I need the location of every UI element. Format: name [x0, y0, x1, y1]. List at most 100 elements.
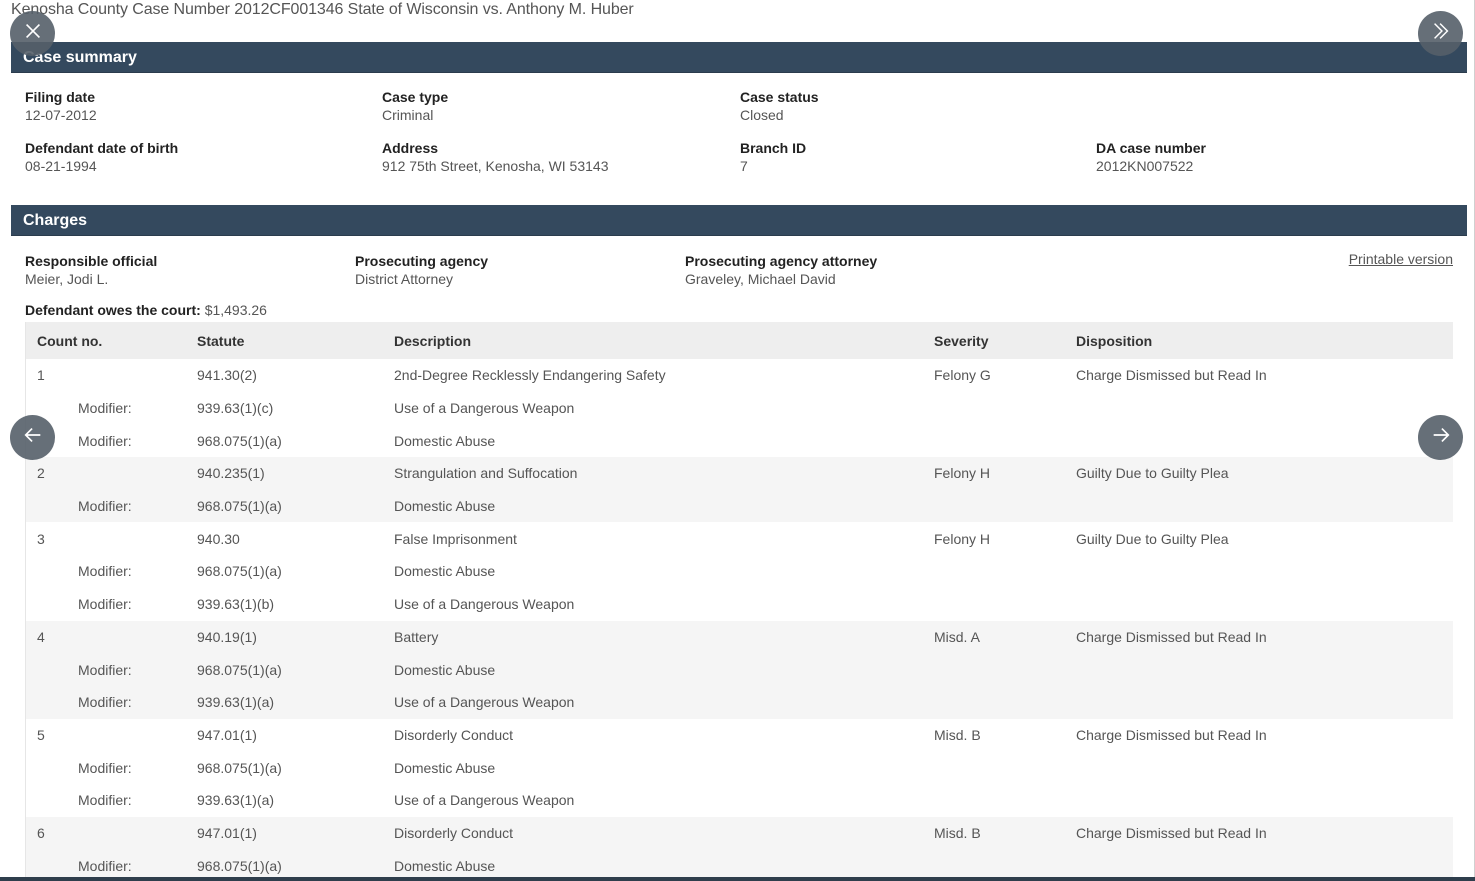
modifier-label-cell: Modifier: — [26, 555, 186, 588]
modifier-label-cell: Modifier: — [26, 751, 186, 784]
disposition-cell — [1065, 783, 1453, 817]
severity-cell: Felony H — [923, 522, 1065, 556]
disposition-cell: Guilty Due to Guilty Plea — [1065, 522, 1453, 556]
disposition-cell — [1065, 685, 1453, 719]
severity-cell: Misd. B — [923, 816, 1065, 850]
count-no-cell: 4 — [26, 620, 186, 654]
severity-cell — [923, 751, 1065, 784]
description-cell: Disorderly Conduct — [383, 718, 923, 752]
expand-button[interactable] — [1418, 11, 1463, 56]
da-case-number-field: DA case number 2012KN007522 — [1096, 139, 1206, 175]
severity-cell: Felony H — [923, 457, 1065, 490]
defendant-dob-value: 08-21-1994 — [25, 158, 97, 174]
charge-row: 1 941.30(2) 2nd-Degree Recklessly Endanger… — [26, 359, 1453, 392]
da-case-number-value: 2012KN007522 — [1096, 158, 1194, 174]
charge-row: 5 947.01(1) Disorderly Conduct Misd. B Charg… — [26, 718, 1453, 752]
previous-button[interactable] — [10, 415, 55, 460]
disposition-cell: Charge Dismissed but Read In — [1065, 359, 1453, 392]
column-description: Description — [394, 332, 472, 349]
charges-table-container: Count no. Statute Description Severity D… — [25, 322, 1453, 881]
severity-cell — [923, 555, 1065, 588]
description-cell: Domestic Abuse — [383, 555, 923, 588]
case-type-value: Criminal — [382, 107, 434, 123]
charge-row: 2 940.235(1) Strangulation and Suffocation… — [26, 457, 1453, 490]
description-cell: Domestic Abuse — [383, 489, 923, 523]
description-cell: 2nd-Degree Recklessly Endangering Safety — [383, 359, 923, 392]
column-disposition: Disposition — [1076, 332, 1153, 349]
modifier-row: Modifier: 939.63(1)(c) Use of a Dangerous … — [26, 391, 1453, 425]
da-case-number-label: DA case number — [1096, 140, 1206, 156]
prosecuting-attorney-value: Graveley, Michael David — [685, 271, 836, 287]
disposition-cell — [1065, 555, 1453, 588]
modifier-row: Modifier: 939.63(1)(a) Use of a Dangerous … — [26, 783, 1453, 817]
modifier-label-cell: Modifier: — [26, 587, 186, 621]
statute-cell: 940.19(1) — [186, 620, 383, 654]
severity-cell — [923, 424, 1065, 458]
close-button[interactable] — [10, 11, 55, 56]
description-cell: False Imprisonment — [383, 522, 923, 556]
case-type-field: Case type Criminal — [382, 88, 448, 124]
disposition-cell: Charge Dismissed but Read In — [1065, 718, 1453, 752]
arrow-left-icon — [22, 424, 44, 451]
page-title: Kenosha County Case Number 2012CF001346 … — [11, 1, 634, 18]
charge-row: 6 947.01(1) Disorderly Conduct Misd. B Charg… — [26, 816, 1453, 850]
severity-cell — [923, 391, 1065, 425]
disposition-cell — [1065, 489, 1453, 523]
filing-date-value: 12-07-2012 — [25, 107, 97, 123]
owes-label: Defendant owes the court: — [25, 302, 201, 318]
modifier-row: Modifier: 968.075(1)(a) Domestic Abuse — [26, 653, 1453, 686]
count-no-cell: 3 — [26, 522, 186, 556]
address-field: Address 912 75th Street, Kenosha, WI 531… — [382, 139, 609, 175]
column-severity: Severity — [934, 332, 989, 349]
double-chevron-right-icon — [1430, 20, 1452, 47]
charges-table-header: Count no. Statute Description Severity D… — [26, 322, 1453, 359]
modifier-row: Modifier: 968.075(1)(a) Domestic Abuse — [26, 751, 1453, 784]
disposition-cell — [1065, 751, 1453, 784]
description-cell: Domestic Abuse — [383, 653, 923, 686]
description-cell: Use of a Dangerous Weapon — [383, 685, 923, 719]
defendant-dob-label: Defendant date of birth — [25, 140, 179, 156]
description-cell: Use of a Dangerous Weapon — [383, 587, 923, 621]
arrow-right-icon — [1430, 424, 1452, 451]
close-icon — [22, 20, 44, 47]
next-button[interactable] — [1418, 415, 1463, 460]
statute-cell: 968.075(1)(a) — [186, 751, 383, 784]
filing-date-label: Filing date — [25, 89, 95, 105]
prosecuting-attorney-label: Prosecuting agency attorney — [685, 253, 878, 269]
prosecuting-attorney-field: Prosecuting agency attorney Graveley, Mi… — [685, 252, 877, 288]
modifier-row: Modifier: 939.63(1)(a) Use of a Dangerous … — [26, 685, 1453, 719]
modifier-row: Modifier: 968.075(1)(a) Domestic Abuse — [26, 489, 1453, 523]
responsible-official-field: Responsible official Meier, Jodi L. — [25, 252, 157, 288]
statute-cell: 947.01(1) — [186, 816, 383, 850]
column-count-no: Count no. — [37, 332, 103, 349]
severity-cell — [923, 685, 1065, 719]
address-label: Address — [382, 140, 439, 156]
charges-table: Count no. Statute Description Severity D… — [26, 322, 1453, 881]
bottom-strip — [0, 877, 1475, 881]
description-cell: Battery — [383, 620, 923, 654]
printable-version-link[interactable]: Printable version — [1349, 251, 1453, 267]
modifier-label-cell: Modifier: — [26, 489, 186, 523]
responsible-official-value: Meier, Jodi L. — [25, 271, 109, 287]
charges-table-body: 1 941.30(2) 2nd-Degree Recklessly Endanger… — [26, 359, 1453, 881]
statute-cell: 968.075(1)(a) — [186, 555, 383, 588]
modifier-row: Modifier: 968.075(1)(a) Domestic Abuse — [26, 555, 1453, 588]
disposition-cell — [1065, 391, 1453, 425]
statute-cell: 939.63(1)(a) — [186, 783, 383, 817]
statute-cell: 968.075(1)(a) — [186, 424, 383, 458]
statute-cell: 939.63(1)(a) — [186, 685, 383, 719]
prosecuting-agency-label: Prosecuting agency — [355, 253, 489, 269]
description-cell: Use of a Dangerous Weapon — [383, 391, 923, 425]
statute-cell: 968.075(1)(a) — [186, 653, 383, 686]
branch-id-value: 7 — [740, 158, 748, 174]
description-cell: Domestic Abuse — [383, 751, 923, 784]
column-statute: Statute — [197, 332, 245, 349]
prosecuting-agency-value: District Attorney — [355, 271, 454, 287]
disposition-cell: Charge Dismissed but Read In — [1065, 620, 1453, 654]
owes-value: $1,493.26 — [204, 302, 267, 318]
description-cell: Use of a Dangerous Weapon — [383, 783, 923, 817]
severity-cell: Misd. B — [923, 718, 1065, 752]
charges-header: Charges — [11, 205, 1467, 236]
modifier-label-cell: Modifier: — [26, 685, 186, 719]
statute-cell: 939.63(1)(b) — [186, 587, 383, 621]
